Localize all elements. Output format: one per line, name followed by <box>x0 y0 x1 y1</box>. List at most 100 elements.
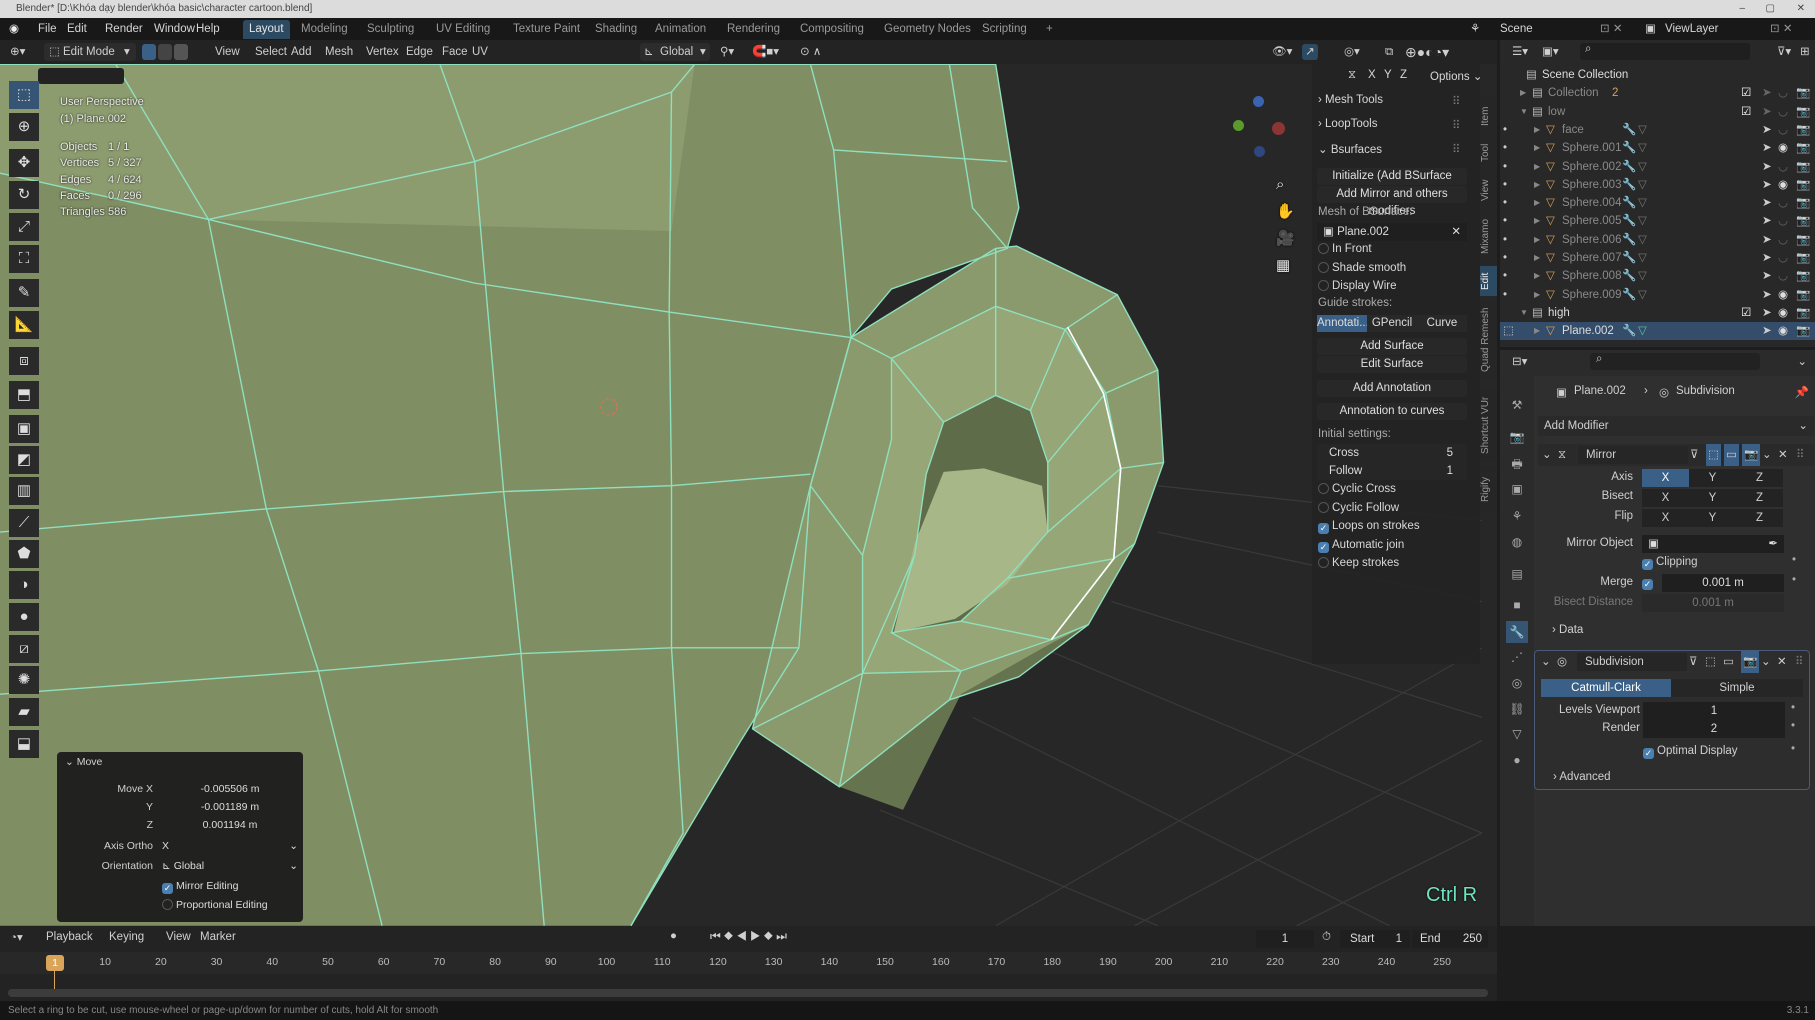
camera-icon[interactable]: 📷 <box>1796 304 1810 322</box>
guide-tab-annotati[interactable]: Annotati... <box>1317 315 1369 332</box>
sidebar-tab-tool[interactable]: Tool <box>1480 133 1497 173</box>
view-layer-icon[interactable]: ▣ <box>1645 18 1656 40</box>
cage-toggle-icon[interactable]: ⬚ <box>1706 444 1721 466</box>
scene-icon[interactable]: ⚘ <box>1470 18 1480 40</box>
move-value-y[interactable]: -0.001189 m <box>162 801 298 813</box>
keyframe-dot-icon[interactable]: • <box>1792 554 1796 566</box>
3d-viewport[interactable]: ⬚ ⊕ ✥ ↻ ⤢ ⛶ ✎ 📐 ⧈ ⬒ ▣ ◩ ▥ ⟋ ⬟ ◑ ● ⧄ ✺ ▰ ⬓ User Perspective (… <box>0 64 1497 926</box>
tab-texture-paint[interactable]: Texture Paint <box>507 20 586 39</box>
outliner-row-face[interactable]: ▶ • ▽ face 🔧 ▽ ➤ ◡ 📷 <box>1500 121 1815 139</box>
menu-window[interactable]: Window <box>154 18 195 40</box>
mirror-object-field[interactable]: ▣ ✒ <box>1642 535 1784 553</box>
expand-arrow-icon[interactable]: ▶ <box>1534 176 1540 194</box>
selectable-arrow-icon[interactable]: ➤ <box>1762 212 1772 230</box>
bisect-z-toggle[interactable]: Z <box>1736 489 1783 507</box>
render-tab-icon[interactable]: 📷 <box>1506 426 1528 448</box>
axis-z-toggle[interactable]: Z <box>1736 469 1783 487</box>
menu-help[interactable]: Help <box>196 18 220 40</box>
outliner-row-low[interactable]: ▼ ▤ low ☑ ➤ ◡ 📷 <box>1500 103 1815 121</box>
properties-search-input[interactable]: ⌕ <box>1590 353 1760 370</box>
bisect-x-toggle[interactable]: X <box>1642 489 1689 507</box>
playback-controls[interactable]: ⏮◆◀▶◆⏭ <box>710 929 790 944</box>
outliner-row-high[interactable]: ▼ ▤ high ☑ ➤ ◉ 📷 <box>1500 304 1815 322</box>
outliner-row-collection[interactable]: ▶ ▤ Collection 2 ☑ ➤ ◡ 📷 <box>1500 84 1815 102</box>
camera-icon[interactable]: 📷 <box>1796 121 1810 139</box>
modifier-tab-icon[interactable]: 🔧 <box>1506 621 1528 643</box>
eye-closed-icon[interactable]: ◡ <box>1778 231 1788 249</box>
exclude-checkbox[interactable]: ☑ <box>1741 304 1751 322</box>
menu-edit[interactable]: Edit <box>67 18 87 40</box>
merge-field[interactable]: 0.001 m <box>1662 574 1784 592</box>
outliner-row-sphere-008[interactable]: ▶ • ▽ Sphere.008 🔧 ▽ ➤ ◡ 📷 <box>1500 267 1815 285</box>
pivot-icon[interactable]: ⚲▾ <box>720 40 734 64</box>
vertex-select-mode[interactable] <box>142 44 156 60</box>
selectable-arrow-icon[interactable]: ➤ <box>1762 158 1772 176</box>
transform-icon[interactable]: ⛶ <box>9 245 39 273</box>
new-collection-icon[interactable]: ⊞ <box>1800 44 1810 58</box>
eye-closed-icon[interactable]: ◡ <box>1778 84 1788 102</box>
move-panel-title[interactable]: ⌄ Move <box>65 756 102 768</box>
particles-tab-icon[interactable]: ⋰ <box>1506 646 1528 668</box>
axis-ortho-select[interactable]: X ⌄ <box>162 840 298 852</box>
select-box-icon[interactable]: ⬚ <box>9 81 39 109</box>
timeline-menu-playback[interactable]: Playback <box>46 931 93 943</box>
editor-type-icon[interactable]: ◔▾ <box>10 930 23 944</box>
tab-compositing[interactable]: Compositing <box>794 20 870 39</box>
outliner-row-sphere-009[interactable]: ▶ • ▽ Sphere.009 🔧 ▽ ➤ ◉ 📷 <box>1500 286 1815 304</box>
chevron-down-icon[interactable]: ⌄ <box>1761 651 1771 673</box>
poly-build-icon[interactable]: ⬟ <box>9 540 39 568</box>
levels-viewport-field[interactable]: 1 <box>1643 702 1785 720</box>
axis-x-toggle[interactable]: X <box>1368 69 1376 81</box>
outliner-row-plane-002[interactable]: ▶ ⬚ ▽ Plane.002 🔧 ▽ ➤ ◉ 📷 <box>1500 322 1815 341</box>
proportional-editing-icon[interactable]: ⊙ ∧ <box>800 40 821 64</box>
header-menu-select[interactable]: Select <box>255 40 287 64</box>
bsurface-mesh-field[interactable]: ▣ Plane.002 ✕ <box>1317 223 1467 241</box>
current-frame-field[interactable]: 1 <box>1256 930 1314 948</box>
inset-icon[interactable]: ▣ <box>9 415 39 443</box>
editmode-toggle-icon[interactable]: ⊽ <box>1689 651 1697 673</box>
eye-icon[interactable]: ◉ <box>1778 304 1788 322</box>
mirror-axes-icon[interactable]: ⧖ <box>1348 69 1356 82</box>
stopwatch-icon[interactable]: ⏱ <box>1322 931 1331 944</box>
camera-icon[interactable]: 📷 <box>1796 176 1810 194</box>
add-cube-icon[interactable]: ⧈ <box>9 347 39 375</box>
extrude-icon[interactable]: ⬒ <box>9 381 39 409</box>
sidebar-tab-mixamo[interactable]: Mixamo <box>1480 205 1497 267</box>
camera-icon[interactable]: 📷 <box>1796 249 1810 267</box>
selectable-arrow-icon[interactable]: ➤ <box>1762 176 1772 194</box>
header-menu-edge[interactable]: Edge <box>406 40 433 64</box>
tab-layout[interactable]: Layout <box>243 20 290 39</box>
drag-handle-icon[interactable]: ⠿ <box>1452 142 1460 156</box>
camera-icon[interactable]: 📷 <box>1796 231 1810 249</box>
chevron-down-icon[interactable]: ⌄ <box>1797 354 1807 368</box>
expand-arrow-icon[interactable]: ▶ <box>1534 249 1540 267</box>
sidebar-tab-view[interactable]: View <box>1480 170 1497 210</box>
menu-render[interactable]: Render <box>105 18 143 40</box>
timeline-menu-keying[interactable]: Keying <box>109 931 144 943</box>
tab-modeling[interactable]: Modeling <box>295 20 354 39</box>
selectable-arrow-icon[interactable]: ➤ <box>1762 249 1772 267</box>
camera-icon[interactable]: 📷 <box>1796 212 1810 230</box>
keyframe-dot-icon[interactable]: • <box>1792 574 1796 586</box>
outliner-row-sphere-004[interactable]: ▶ • ▽ Sphere.004 🔧 ▽ ➤ ◡ 📷 <box>1500 194 1815 212</box>
button-add-surface[interactable]: Add Surface <box>1317 338 1467 355</box>
camera-icon[interactable]: 📷 <box>1796 103 1810 121</box>
expand-arrow-icon[interactable]: ▶ <box>1534 121 1540 139</box>
move-icon[interactable]: ✥ <box>9 149 39 177</box>
cursor-icon[interactable]: ⊕ <box>9 113 39 141</box>
mirror-name-field[interactable]: Mirror <box>1578 446 1688 464</box>
physics-tab-icon[interactable]: ◎ <box>1506 672 1528 694</box>
end-frame-field[interactable]: End 250 <box>1412 930 1488 948</box>
selectable-arrow-icon[interactable]: ➤ <box>1762 121 1772 139</box>
eye-icon[interactable]: ◉ <box>1778 176 1788 194</box>
toggle-automatic-join[interactable]: ✓ Automatic join <box>1318 539 1404 553</box>
scale-icon[interactable]: ⤢ <box>9 213 39 241</box>
drag-handle-icon[interactable]: ⠿ <box>1452 94 1460 108</box>
pin-icon[interactable]: 📌 <box>1795 385 1809 399</box>
eye-closed-icon[interactable]: ◡ <box>1778 267 1788 285</box>
toggle-loops-on-strokes[interactable]: ✓ Loops on strokes <box>1318 520 1420 534</box>
eye-icon[interactable]: ◉ <box>1778 139 1788 157</box>
flip-z-toggle[interactable]: Z <box>1736 509 1783 527</box>
rip-region-icon[interactable]: ⬓ <box>9 730 39 758</box>
render-toggle-icon[interactable]: 📷 <box>1741 651 1760 673</box>
